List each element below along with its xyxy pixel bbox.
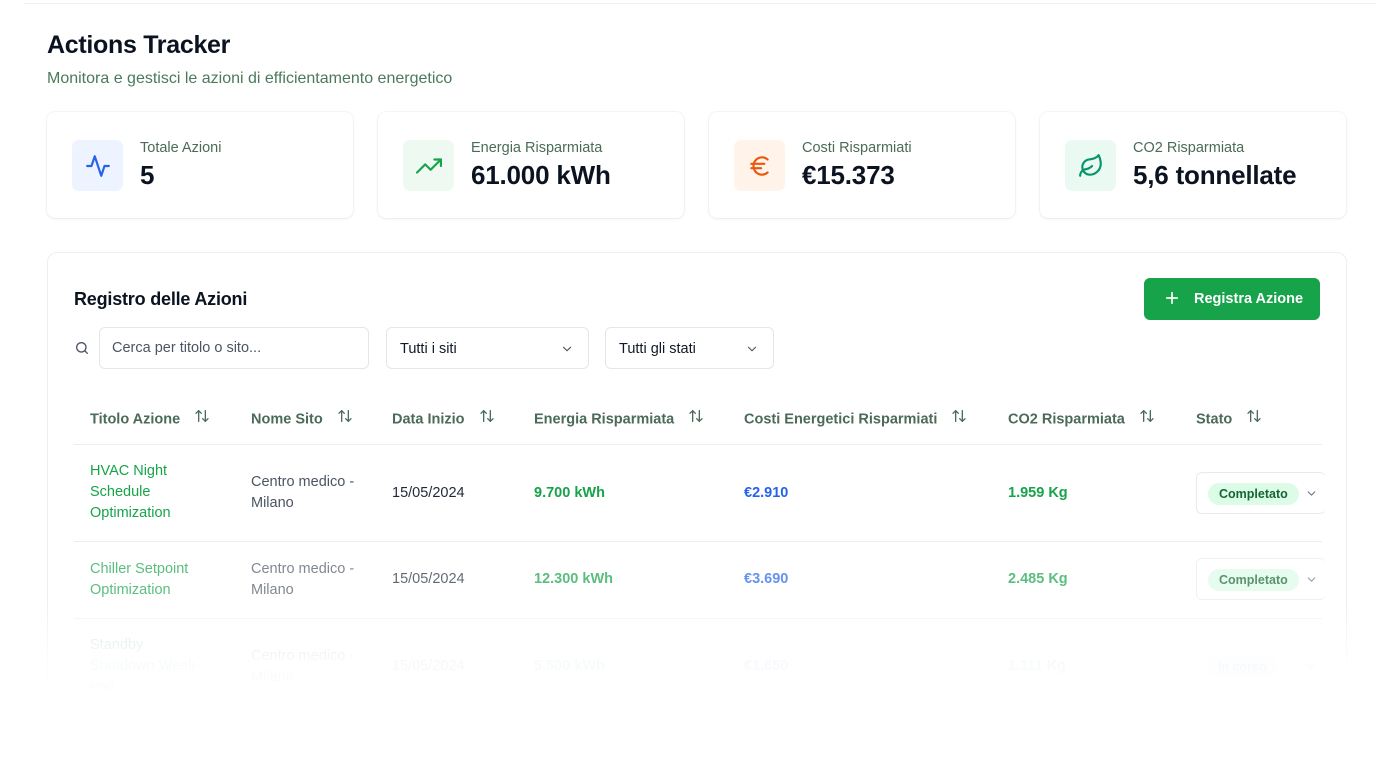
page-title: Actions Tracker <box>47 31 231 59</box>
co2-saved: 1.959 Kg <box>1008 485 1068 501</box>
site-filter-value: Tutti i siti <box>400 341 457 357</box>
status-badge: Completato <box>1208 569 1299 591</box>
column-header-start-date[interactable]: Data Inizio <box>392 408 495 428</box>
chevron-down-icon <box>1304 660 1317 678</box>
stat-value: 5 <box>140 160 155 190</box>
search-field[interactable] <box>99 327 369 369</box>
page-subtitle: Monitora e gestisci le azioni di efficie… <box>47 70 453 87</box>
sort-icon <box>479 408 495 428</box>
sort-icon <box>951 408 967 428</box>
stat-label: Totale Azioni <box>140 140 222 156</box>
cost-saved: €2.910 <box>744 485 789 501</box>
site-filter-select[interactable]: Tutti i siti <box>386 327 589 369</box>
sort-icon <box>337 408 353 428</box>
activity-icon <box>72 140 123 191</box>
cost-saved: €1.650 <box>744 658 789 674</box>
status-badge: In corso <box>1207 656 1278 678</box>
co2-saved: 1.111 Kg <box>1008 658 1067 674</box>
status-select[interactable]: In corso <box>1196 646 1326 688</box>
site-name: Centro medico - Milano <box>251 474 355 511</box>
chevron-down-icon <box>1305 573 1318 591</box>
euro-icon <box>734 140 785 191</box>
chevron-down-icon <box>560 342 574 360</box>
stat-card-energy-saved: Energia Risparmiata 61.000 kWh <box>378 112 684 218</box>
stat-label: Costi Risparmiati <box>802 140 912 156</box>
stat-card-co2-saved: CO2 Risparmiata 5,6 tonnellate <box>1040 112 1346 218</box>
status-filter-select[interactable]: Tutti gli stati <box>605 327 774 369</box>
stat-card-total-actions: Totale Azioni 5 <box>47 112 353 218</box>
start-date: 15/05/2024 <box>392 658 465 674</box>
action-title-link[interactable]: HVAC Night Schedule Optimization <box>90 461 210 524</box>
stat-label: Energia Risparmiata <box>471 140 603 156</box>
sort-icon <box>194 408 210 428</box>
action-title-link[interactable]: Chiller Setpoint Optimization <box>90 559 210 601</box>
stat-label: CO2 Risparmiata <box>1133 140 1245 156</box>
top-divider <box>24 3 1376 4</box>
chevron-down-icon <box>745 342 759 360</box>
search-input[interactable] <box>100 328 368 368</box>
column-header-costs[interactable]: Costi Energetici Risparmiati <box>744 408 967 428</box>
site-name: Centro medico - Milano <box>251 561 355 598</box>
stat-card-costs-saved: Costi Risparmiati €15.373 <box>709 112 1015 218</box>
status-badge: Completato <box>1208 483 1299 505</box>
page-header: Actions Tracker Monitora e gestisci le a… <box>47 31 452 88</box>
chevron-down-icon <box>1305 487 1318 505</box>
co2-saved: 2.485 Kg <box>1008 571 1068 587</box>
table-row[interactable]: Standby Shutdown Week-end Centro medico … <box>74 619 1322 692</box>
cost-saved: €3.690 <box>744 571 789 587</box>
stat-value: 61.000 kWh <box>471 160 611 190</box>
sort-icon <box>1139 408 1155 428</box>
status-select[interactable]: Completato <box>1196 558 1326 600</box>
register-action-label: Registra Azione <box>1194 291 1304 307</box>
column-header-title[interactable]: Titolo Azione <box>90 408 210 428</box>
leaf-icon <box>1065 140 1116 191</box>
trending-up-icon <box>403 140 454 191</box>
table-row[interactable]: HVAC Night Schedule Optimization Centro … <box>74 445 1326 542</box>
stat-value: 5,6 tonnellate <box>1133 160 1297 190</box>
table-row[interactable]: Chiller Setpoint Optimization Centro med… <box>74 542 1326 619</box>
actions-table: Titolo Azione Nome Sito Data Inizio Ener… <box>74 393 1326 692</box>
site-name: Centro medico - Milano <box>251 648 355 685</box>
start-date: 15/05/2024 <box>392 571 465 587</box>
table-header: Titolo Azione Nome Sito Data Inizio Ener… <box>74 393 1322 445</box>
plus-icon <box>1163 289 1181 311</box>
action-title-link[interactable]: Standby Shutdown Week-end <box>90 635 210 692</box>
sort-icon <box>1246 408 1262 428</box>
column-header-energy[interactable]: Energia Risparmiata <box>534 408 704 428</box>
energy-saved: 9.700 kWh <box>534 485 605 501</box>
energy-saved: 5.500 kWh <box>534 658 605 674</box>
status-select[interactable]: Completato <box>1196 472 1326 514</box>
sort-icon <box>688 408 704 428</box>
register-action-button[interactable]: Registra Azione <box>1144 278 1320 320</box>
actions-registry-panel: Registro delle Azioni Registra Azione Tu… <box>47 252 1347 692</box>
energy-saved: 12.300 kWh <box>534 571 613 587</box>
start-date: 15/05/2024 <box>392 485 465 501</box>
column-header-co2[interactable]: CO2 Risparmiata <box>1008 408 1155 428</box>
search-icon <box>74 340 90 361</box>
column-header-status[interactable]: Stato <box>1196 408 1262 428</box>
stats-row: Totale Azioni 5 Energia Risparmiata 61.0… <box>47 112 1347 218</box>
column-header-site[interactable]: Nome Sito <box>251 408 353 428</box>
status-filter-value: Tutti gli stati <box>619 341 696 357</box>
panel-title: Registro delle Azioni <box>74 289 248 309</box>
stat-value: €15.373 <box>802 160 895 190</box>
